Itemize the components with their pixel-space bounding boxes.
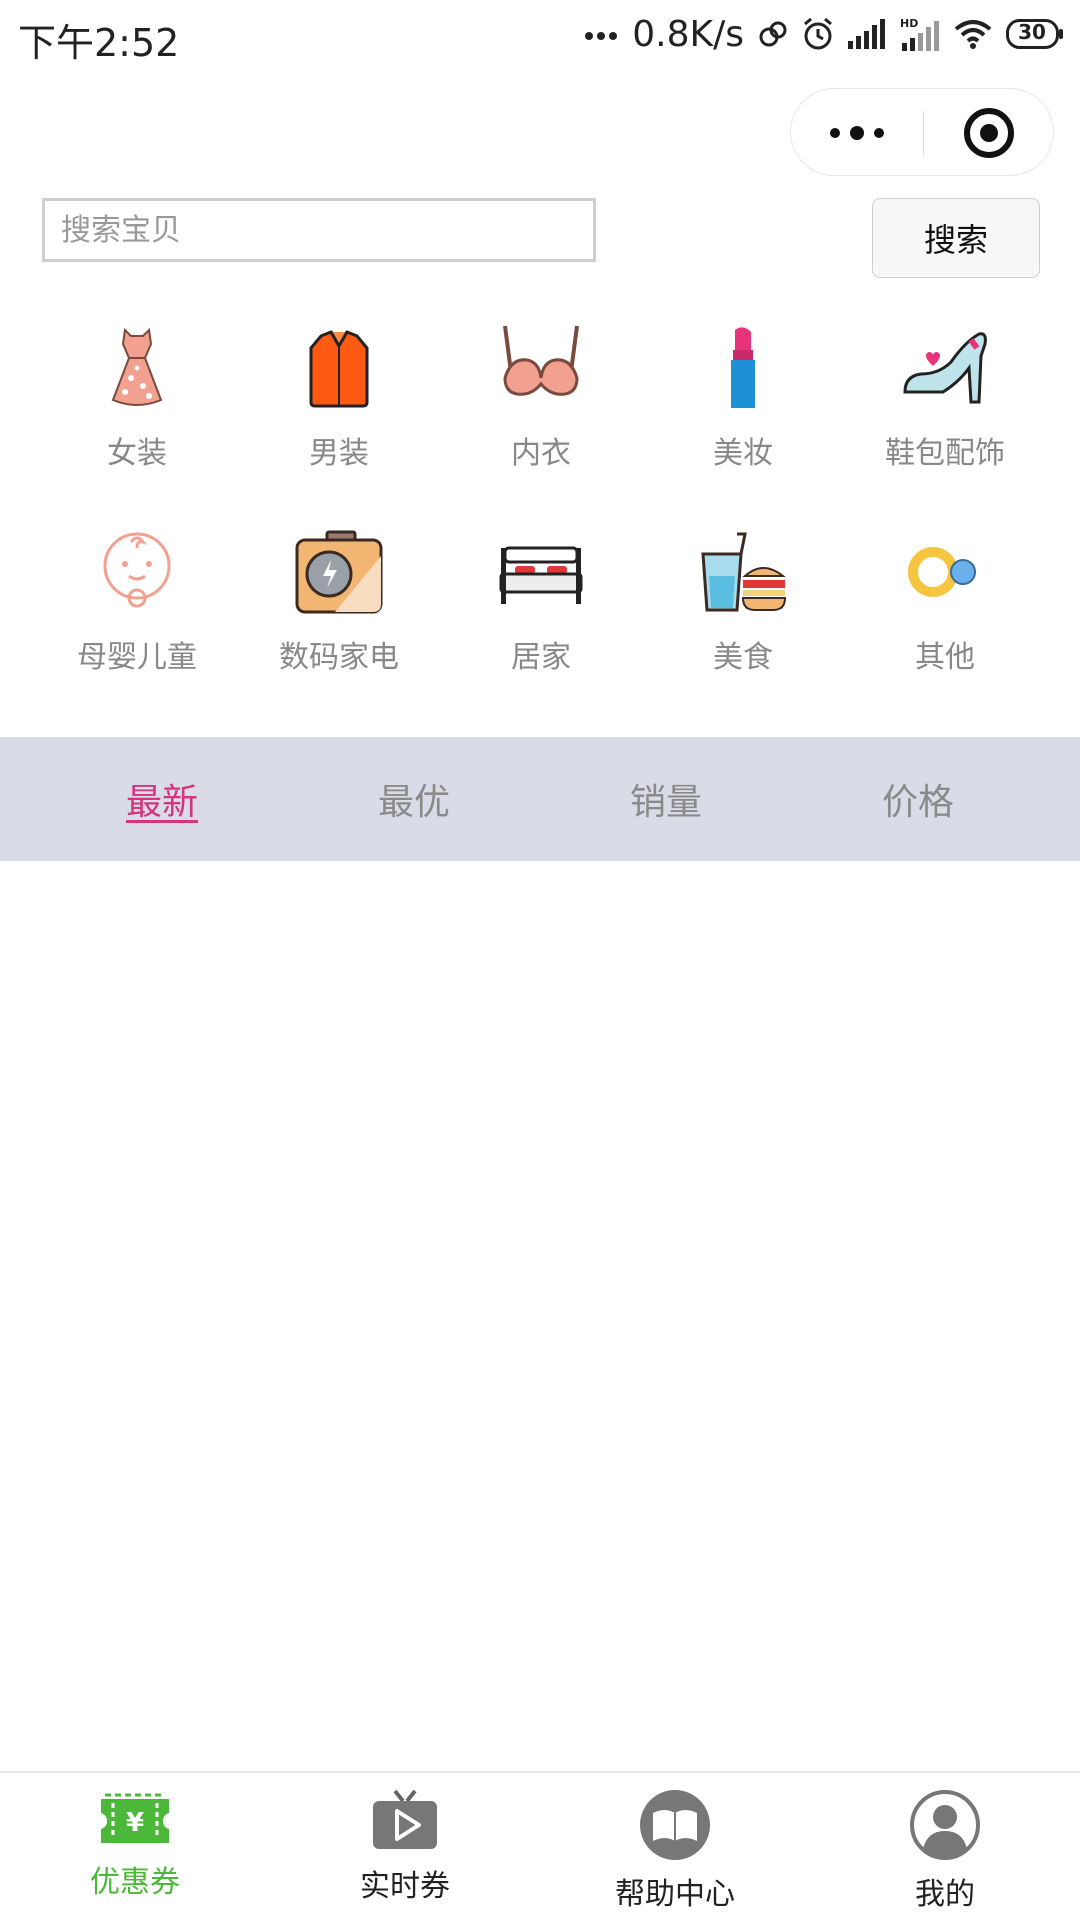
user-icon: [910, 1790, 980, 1860]
category-label: 内衣: [511, 436, 571, 471]
svg-text:¥: ¥: [126, 1808, 144, 1838]
svg-text:HD: HD: [900, 17, 918, 30]
bottom-nav: ¥ 优惠券 实时券 帮助中心 我的: [0, 1771, 1080, 1920]
category-home[interactable]: 居家: [440, 526, 642, 706]
nav-item-mine[interactable]: 我的: [810, 1773, 1080, 1920]
category-label: 美食: [713, 640, 773, 675]
sort-tab-best[interactable]: 最优: [334, 737, 494, 861]
nav-item-help[interactable]: 帮助中心: [540, 1773, 810, 1920]
nav-item-realtime[interactable]: 实时券: [270, 1773, 540, 1920]
food-icon: [701, 532, 787, 612]
bra-icon: [503, 325, 579, 396]
nav-label: 我的: [915, 1877, 975, 1912]
nav-item-coupons[interactable]: ¥ 优惠券: [0, 1773, 270, 1920]
category-women[interactable]: 女装: [36, 322, 238, 502]
battery-level: 30: [1018, 20, 1046, 44]
search-button[interactable]: 搜索: [872, 198, 1040, 278]
category-digital[interactable]: 数码家电: [238, 526, 440, 706]
shirt-icon: [309, 330, 369, 408]
status-bar: 下午2:52 0.8K/s HD 30: [0, 0, 1080, 68]
sort-tab-sales[interactable]: 销量: [586, 737, 746, 861]
category-label: 数码家电: [279, 640, 399, 675]
category-men[interactable]: 男装: [238, 322, 440, 502]
tv-play-icon: [373, 1789, 437, 1849]
category-label: 男装: [309, 436, 369, 471]
bed-icon: [499, 546, 583, 604]
book-icon: [640, 1790, 710, 1860]
category-underwear[interactable]: 内衣: [440, 322, 642, 502]
camera-icon: [295, 530, 383, 614]
category-label: 母婴儿童: [77, 640, 197, 675]
category-makeup[interactable]: 美妆: [642, 322, 844, 502]
sort-bar: 最新 最优 销量 价格: [0, 737, 1080, 861]
sort-tab-price[interactable]: 价格: [838, 737, 998, 861]
sync-icon: [758, 19, 788, 49]
alarm-icon: [802, 17, 834, 51]
lipstick-icon: [731, 327, 755, 408]
mini-program-capsule: [790, 88, 1054, 176]
close-target-icon: [964, 108, 1014, 158]
capsule-more-button[interactable]: [791, 89, 923, 177]
more-dots-icon: [584, 27, 618, 41]
category-label: 美妆: [713, 436, 773, 471]
category-label: 居家: [511, 640, 571, 675]
search-input[interactable]: [42, 198, 596, 262]
battery-icon: 30: [1006, 19, 1064, 49]
category-food[interactable]: 美食: [642, 526, 844, 706]
nav-label: 优惠券: [90, 1865, 180, 1900]
baby-icon: [103, 532, 171, 608]
wifi-icon: [954, 19, 992, 49]
category-baby[interactable]: 母婴儿童: [36, 526, 238, 706]
category-label: 鞋包配饰: [885, 436, 1005, 471]
hd-signal-icon: HD: [900, 17, 940, 51]
category-label: 其他: [915, 640, 975, 675]
category-label: 女装: [107, 436, 167, 471]
status-time: 下午2:52: [18, 21, 180, 65]
rings-icon: [908, 547, 976, 597]
more-icon: [830, 126, 884, 140]
sort-tab-newest[interactable]: 最新: [82, 737, 242, 861]
high-heel-icon: [903, 332, 987, 404]
category-shoes-bags[interactable]: 鞋包配饰: [844, 322, 1046, 502]
nav-label: 帮助中心: [615, 1877, 735, 1912]
capsule-close-button[interactable]: [924, 89, 1054, 177]
coupon-icon: ¥: [101, 1793, 169, 1843]
signal-icon: [848, 19, 886, 49]
status-icons: 0.8K/s HD 30: [584, 12, 1064, 56]
dress-icon: [111, 327, 163, 406]
network-speed: 0.8K/s: [632, 13, 744, 55]
category-other[interactable]: 其他: [844, 526, 1046, 706]
nav-label: 实时券: [360, 1869, 450, 1904]
